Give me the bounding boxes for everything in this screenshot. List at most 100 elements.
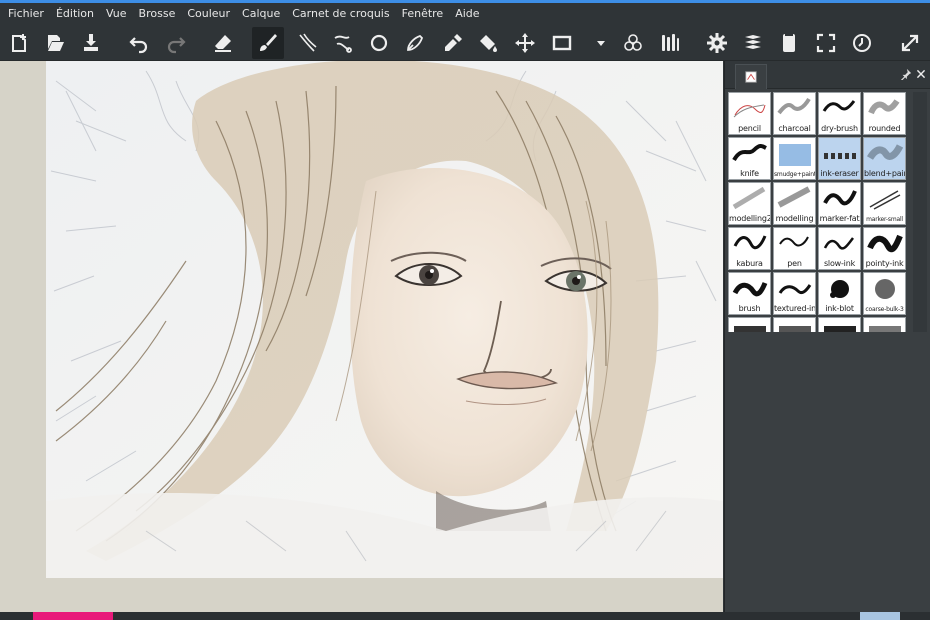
brush-stroke-preview — [778, 284, 812, 295]
brush-preset-slow-ink[interactable]: slow-ink — [818, 227, 861, 270]
brush-panel-scrollbar[interactable] — [913, 92, 927, 332]
status-bar — [0, 612, 930, 620]
frame-tool-icon[interactable] — [546, 27, 578, 59]
brush-label: dry-brush — [821, 124, 858, 133]
brush-preset-brush[interactable]: brush — [728, 272, 771, 315]
brush-preset-knife[interactable]: knife — [728, 137, 771, 180]
brush-preset-pen[interactable]: pen — [773, 227, 816, 270]
brush-label: marker-fat — [819, 214, 860, 223]
menu-calque[interactable]: Calque — [236, 3, 286, 25]
close-icon[interactable] — [914, 67, 928, 81]
brush-preset-kabura[interactable]: kabura — [728, 227, 771, 270]
brush-label: knife — [740, 169, 759, 178]
menu-vue[interactable]: Vue — [100, 3, 133, 25]
layers-stack-icon[interactable] — [737, 27, 769, 59]
brush-preset-charcoal[interactable]: charcoal — [773, 92, 816, 135]
brush-preset-blend+paint[interactable]: blend+paint — [863, 137, 906, 180]
brush-stroke-preview — [779, 326, 811, 332]
menu-fenetre[interactable]: Fenêtre — [396, 3, 450, 25]
brush-preset-smudge+paint[interactable]: smudge+paint — [773, 137, 816, 180]
canvas-area[interactable] — [0, 61, 723, 612]
brush-preset-marker-fat[interactable]: marker-fat — [818, 182, 861, 225]
open-document-icon[interactable] — [39, 27, 71, 59]
panel-tab-bar — [725, 61, 930, 89]
brush-stroke-preview — [777, 97, 811, 115]
pen-tool-icon[interactable] — [399, 27, 431, 59]
brush-label: blend+paint — [864, 169, 905, 178]
brush-preset-item-23[interactable] — [863, 317, 906, 332]
brush-stroke-preview — [734, 326, 766, 332]
brush-preset-pencil[interactable]: pencil — [728, 92, 771, 135]
menu-couleur[interactable]: Couleur — [181, 3, 236, 25]
ellipse-tool-icon[interactable] — [363, 27, 395, 59]
artwork-portrait-sketch[interactable] — [46, 61, 723, 578]
redo-icon[interactable] — [160, 27, 192, 59]
brush-stroke-preview — [824, 326, 856, 332]
brush-preset-rounded[interactable]: rounded — [863, 92, 906, 135]
brush-preset-ink-blot[interactable]: ink-blot — [818, 272, 861, 315]
menu-aide[interactable]: Aide — [449, 3, 485, 25]
brush-label: textured-ink — [774, 304, 815, 313]
expand-icon[interactable] — [894, 27, 926, 59]
brush-preset-item-21[interactable] — [773, 317, 816, 332]
brush-preset-item-20[interactable] — [728, 317, 771, 332]
brush-stroke-preview — [732, 282, 768, 297]
menu-brosse[interactable]: Brosse — [133, 3, 182, 25]
color-picker-icon[interactable] — [437, 27, 469, 59]
brush-label: modelling2 — [729, 214, 770, 223]
menu-carnet-de-croquis[interactable]: Carnet de croquis — [286, 3, 395, 25]
save-icon[interactable] — [75, 27, 107, 59]
brush-preset-coarse-bulk-3[interactable]: coarse-bulk-3 — [863, 272, 906, 315]
brush-preset-ink-eraser[interactable]: ink-eraser — [818, 137, 861, 180]
brush-preset-marker-small[interactable]: marker-small — [863, 182, 906, 225]
brush-stroke-preview — [779, 144, 811, 166]
brushes-icon[interactable] — [654, 27, 686, 59]
scratchpad-icon[interactable] — [773, 27, 805, 59]
history-clock-icon[interactable] — [846, 27, 878, 59]
brush-label: pencil — [738, 124, 761, 133]
curve-tool-icon[interactable] — [327, 27, 359, 59]
brush-label: ink-blot — [825, 304, 854, 313]
ink-lines-icon[interactable] — [291, 27, 323, 59]
brush-preset-item-22[interactable] — [818, 317, 861, 332]
brush-stroke-preview — [823, 237, 855, 250]
fullscreen-icon[interactable] — [810, 27, 842, 59]
brush-stroke-preview — [823, 190, 857, 206]
menu-edition[interactable]: Édition — [50, 3, 100, 25]
brush-grid: pencil charcoal dry-brush rounded knife smudg… — [728, 92, 910, 332]
pin-icon[interactable] — [899, 67, 913, 81]
menu-bar: Fichier Édition Vue Brosse Couleur Calqu… — [0, 3, 930, 25]
brush-stroke-preview — [822, 100, 856, 112]
brush-label: brush — [738, 304, 761, 313]
brush-stroke-preview — [732, 186, 766, 210]
brush-stroke-preview — [830, 280, 849, 298]
brush-preset-modelling2[interactable]: modelling2 — [728, 182, 771, 225]
settings-gear-icon[interactable] — [701, 27, 733, 59]
dropdown-arrow-icon[interactable] — [585, 27, 617, 59]
fill-bucket-icon[interactable] — [472, 27, 504, 59]
brush-stroke-preview — [869, 326, 901, 332]
eraser-icon[interactable] — [207, 27, 239, 59]
move-tool-icon[interactable] — [509, 27, 541, 59]
brush-preset-textured-ink[interactable]: textured-ink — [773, 272, 816, 315]
brush-label: slow-ink — [823, 259, 856, 268]
brush-preset-modelling[interactable]: modelling — [773, 182, 816, 225]
undo-icon[interactable] — [123, 27, 155, 59]
tab-brushes[interactable] — [735, 64, 767, 89]
menu-fichier[interactable]: Fichier — [2, 3, 50, 25]
brush-stroke-preview — [866, 144, 903, 160]
brush-icon[interactable] — [252, 27, 284, 59]
new-document-icon[interactable] — [3, 27, 35, 59]
brush-stroke-preview — [875, 279, 895, 299]
brush-panel: pencil charcoal dry-brush rounded knife smudg… — [724, 61, 930, 612]
main-toolbar — [0, 25, 930, 61]
brush-stroke-preview — [868, 99, 900, 115]
color-circles-icon[interactable] — [617, 27, 649, 59]
brush-preset-pointy-ink[interactable]: pointy-ink — [863, 227, 906, 270]
brush-preset-dry-brush[interactable]: dry-brush — [818, 92, 861, 135]
brush-stroke-preview — [732, 144, 767, 162]
brush-label: pen — [787, 259, 802, 268]
current-color-swatch[interactable] — [33, 612, 113, 620]
brush-stroke-preview — [779, 236, 809, 247]
brush-label: marker-small — [866, 216, 903, 223]
